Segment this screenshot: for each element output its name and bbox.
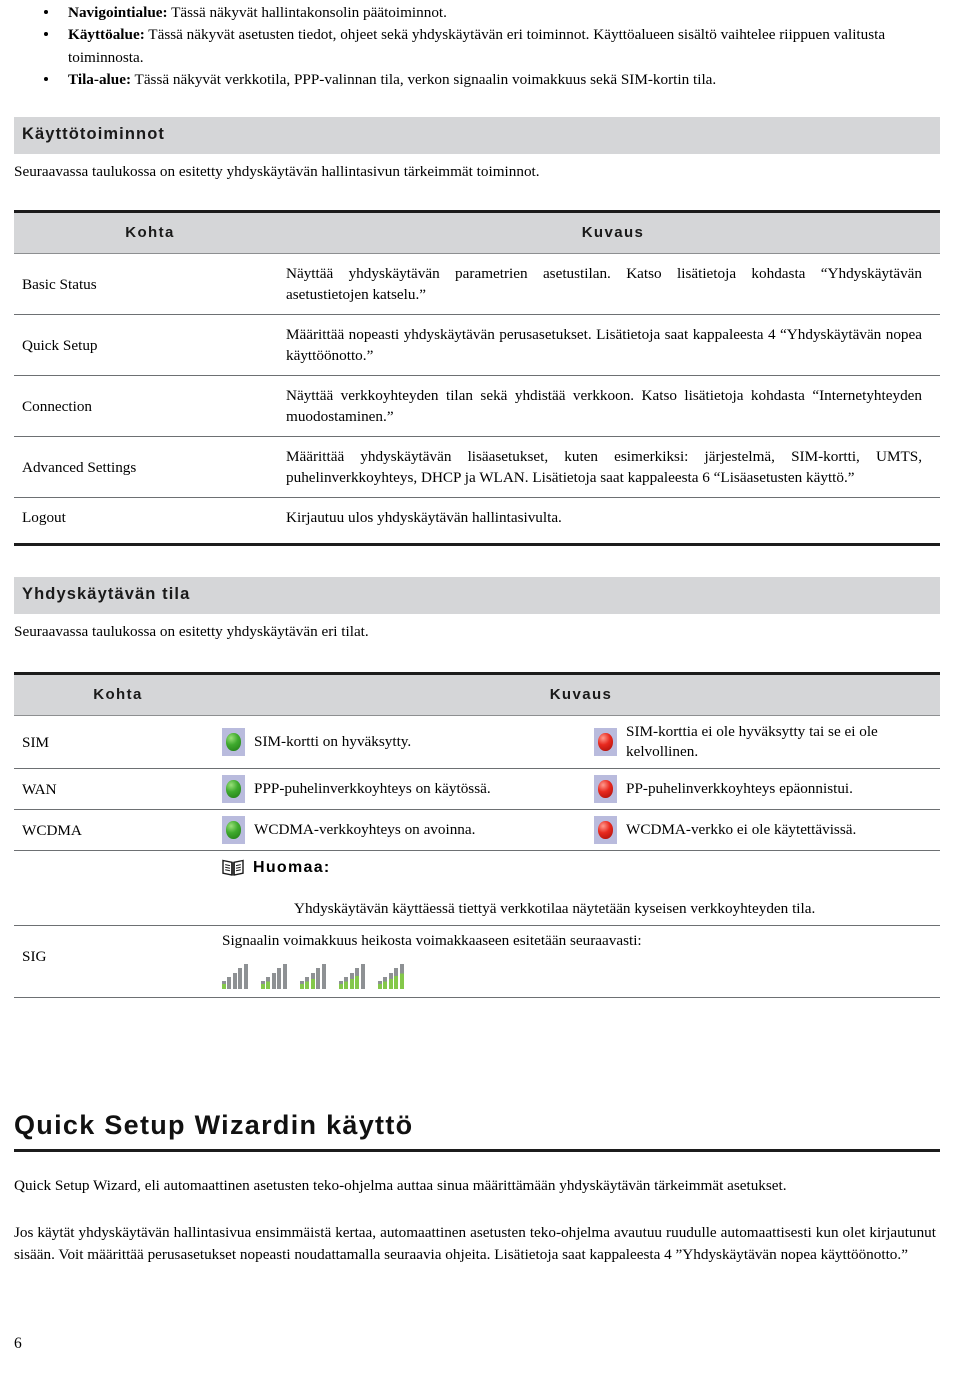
status-ok-text: SIM-kortti on hyväksytty.: [254, 733, 412, 750]
section-heading-functions: Käyttötoiminnot: [14, 117, 940, 154]
status-error-cell: WCDMA-verkko ei ole käytettävissä.: [594, 809, 940, 851]
bullet-term: Käyttöalue:: [68, 26, 145, 44]
status-ok-cell: WCDMA-verkkoyhteys on avoinna.: [222, 809, 594, 851]
list-item: Tila-alue: Tässä näkyvät verkkotila, PPP…: [14, 69, 946, 91]
bullet-term: Navigointialue:: [68, 4, 168, 21]
table-row: Connection Näyttää verkkoyhteyden tilan …: [14, 375, 940, 437]
page-number: 6: [14, 1335, 22, 1352]
table-row: Advanced Settings Määrittää yhdyskäytävä…: [14, 436, 940, 498]
bullet-dot-icon: [44, 32, 48, 37]
status-ok-cell: SIM-kortti on hyväksytty.: [222, 715, 594, 769]
document-page: Navigointialue: Tässä näkyvät hallintako…: [0, 0, 960, 1380]
intro-bullet-list: Navigointialue: Tässä näkyvät hallintako…: [14, 2, 946, 92]
signal-3-icon: [300, 961, 330, 991]
table-row: Basic Status Näyttää yhdyskäytävän param…: [14, 253, 940, 315]
note-heading: Huomaa:: [222, 857, 940, 878]
green-led-icon: [222, 816, 245, 844]
column-header-kohta: Kohta: [14, 673, 222, 716]
row-key: Advanced Settings: [14, 436, 286, 498]
signal-4-icon: [339, 961, 369, 991]
green-led-icon: [222, 775, 245, 803]
row-key: SIG: [14, 925, 222, 998]
row-key: Quick Setup: [14, 314, 286, 376]
status-ok-text: PPP-puhelinverkkoyhteys on käytössä.: [254, 780, 491, 797]
wizard-paragraph-1: Quick Setup Wizard, eli automaattinen as…: [14, 1177, 787, 1194]
status-error-text: SIM-korttia ei ole hyväksytty tai se ei …: [626, 723, 878, 760]
status-ok-text: WCDMA-verkkoyhteys on avoinna.: [254, 821, 476, 838]
status-intro-paragraph: Seuraavassa taulukossa on esitetty yhdys…: [14, 623, 369, 640]
open-book-icon: [222, 859, 244, 876]
row-description: Näyttää yhdyskäytävän parametrien asetus…: [286, 253, 940, 315]
section-heading-label: Yhdyskäytävän tila: [22, 585, 191, 603]
row-description: Kirjautuu ulos yhdyskäytävän hallintasiv…: [286, 509, 562, 526]
table-header-row: Kohta Kuvaus: [14, 673, 940, 716]
table-header-row: Kohta Kuvaus: [14, 211, 940, 254]
row-description: Määrittää yhdyskäytävän lisäasetukset, k…: [286, 436, 940, 498]
row-key: SIM: [14, 715, 222, 769]
section-heading-label: Käyttötoiminnot: [22, 125, 165, 143]
column-header-kohta: Kohta: [14, 211, 286, 254]
bullet-dot-icon: [44, 77, 48, 82]
green-led-icon: [222, 728, 245, 756]
list-item: Käyttöalue: Tässä näkyvät asetusten tied…: [14, 24, 946, 69]
column-header-kuvaus: Kuvaus: [286, 211, 940, 254]
signal-1-icon: [222, 961, 252, 991]
table-row: SIM SIM-kortti on hyväksytty. SIM-kortti…: [14, 715, 940, 769]
row-key: Basic Status: [14, 253, 286, 315]
table-row: WAN PPP-puhelinverkkoyhteys on käytössä.…: [14, 768, 940, 810]
wizard-paragraph-2: Jos käytät yhdyskäytävän hallintasivua e…: [14, 1224, 936, 1263]
row-key: Logout: [22, 509, 66, 526]
status-error-cell: PP-puhelinverkkoyhteys epäonnistui.: [594, 768, 940, 810]
signal-2-icon: [261, 961, 291, 991]
note-label: Huomaa:: [253, 859, 331, 876]
row-description: Määrittää nopeasti yhdyskäytävän perusas…: [286, 314, 940, 376]
status-ok-cell: PPP-puhelinverkkoyhteys on käytössä.: [222, 768, 594, 810]
page-title-rule: [14, 1149, 940, 1152]
signal-strength-icons: [222, 961, 940, 991]
status-table: Kohta Kuvaus SIM SIM-kortti on hyväksytt…: [14, 672, 940, 998]
bullet-term: Tila-alue:: [68, 71, 132, 89]
column-header-kuvaus: Kuvaus: [222, 673, 940, 716]
row-description: Näyttää verkkoyhteyden tilan sekä yhdist…: [286, 375, 940, 437]
table-row: Quick Setup Määrittää nopeasti yhdyskäyt…: [14, 314, 940, 376]
list-item: Navigointialue: Tässä näkyvät hallintako…: [14, 2, 946, 24]
section-heading-status: Yhdyskäytävän tila: [14, 577, 940, 614]
signal-5-icon: [378, 961, 408, 991]
bullet-text: Tässä näkyvät asetusten tiedot, ohjeet s…: [68, 26, 886, 66]
row-key: Connection: [14, 375, 286, 437]
red-led-icon: [594, 775, 617, 803]
table-row: Logout Kirjautuu ulos yhdyskäytävän hall…: [14, 498, 940, 538]
status-error-text: WCDMA-verkko ei ole käytettävissä.: [626, 821, 857, 838]
functions-table-bottom-rule: [14, 543, 940, 546]
signal-row: SIG Signaalin voimakkuus heikosta voimak…: [14, 925, 940, 998]
row-key: WCDMA: [14, 809, 222, 851]
bullet-text: Tässä näkyvät verkkotila, PPP-valinnan t…: [131, 71, 717, 89]
functions-intro-paragraph: Seuraavassa taulukossa on esitetty yhdys…: [14, 163, 540, 180]
red-led-icon: [594, 728, 617, 756]
signal-description: Signaalin voimakkuus heikosta voimakkaas…: [222, 932, 642, 949]
bullet-text: Tässä näkyvät hallintakonsolin päätoimin…: [167, 4, 447, 21]
status-error-text: PP-puhelinverkkoyhteys epäonnistui.: [626, 780, 853, 797]
note-text: Yhdyskäytävän käyttäessä tiettyä verkkot…: [294, 900, 816, 917]
note-cell: Huomaa: Yhdyskäytävän käyttäessä tiettyä…: [222, 850, 940, 926]
status-error-cell: SIM-korttia ei ole hyväksytty tai se ei …: [594, 715, 940, 769]
row-key: WAN: [14, 768, 222, 810]
signal-cell: Signaalin voimakkuus heikosta voimakkaas…: [222, 925, 940, 998]
bullet-dot-icon: [44, 10, 48, 14]
note-row: Huomaa: Yhdyskäytävän käyttäessä tiettyä…: [14, 850, 940, 926]
page-title: Quick Setup Wizardin käyttö: [14, 1110, 414, 1140]
red-led-icon: [594, 816, 617, 844]
table-row: WCDMA WCDMA-verkkoyhteys on avoinna. WCD…: [14, 809, 940, 851]
functions-table: Kohta Kuvaus Basic Status Näyttää yhdysk…: [14, 210, 940, 537]
note-row-spacer: [14, 850, 222, 926]
